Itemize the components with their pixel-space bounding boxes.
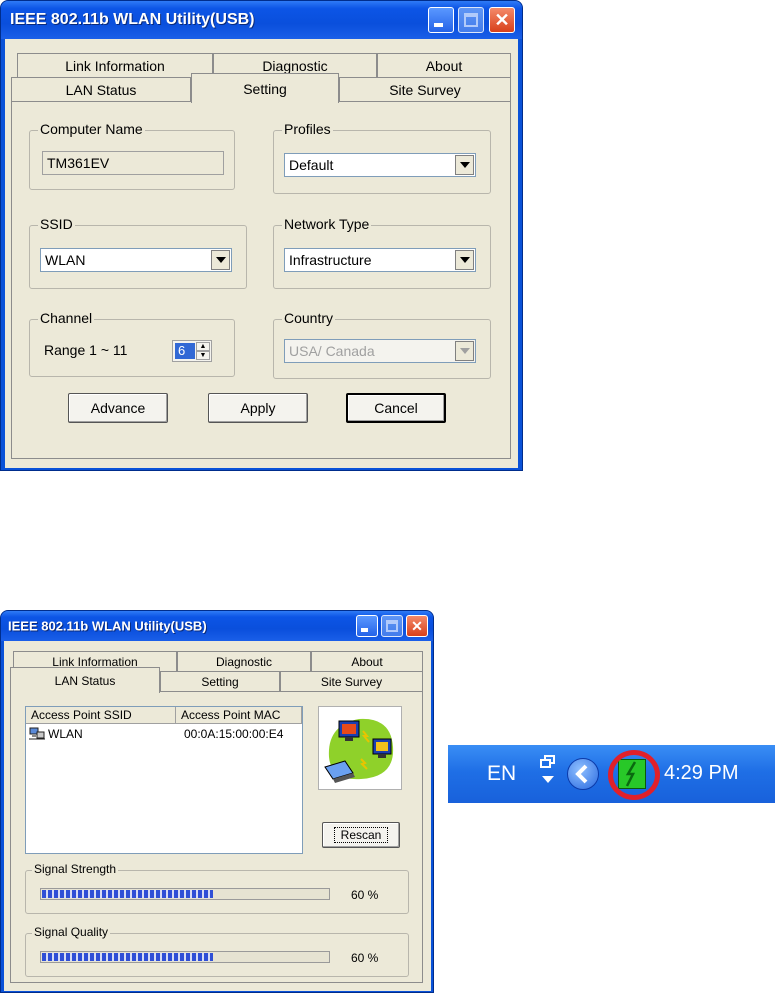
computer-name-field: TM361EV — [42, 151, 224, 175]
lan-status-panel: Access Point SSID Access Point MAC WLAN … — [10, 691, 423, 983]
minimize-button[interactable] — [428, 7, 454, 33]
tab-setting[interactable]: Setting — [191, 73, 339, 103]
maximize-icon — [464, 13, 478, 27]
tab-site-survey[interactable]: Site Survey — [339, 77, 511, 101]
computer-name-label: Computer Name — [38, 121, 145, 137]
signal-strength-value: 60 % — [351, 888, 379, 902]
channel-range-label: Range 1 ~ 11 — [44, 342, 128, 358]
chevron-down-icon[interactable] — [455, 250, 474, 270]
language-indicator[interactable]: EN — [487, 762, 516, 786]
country-group: Country USA/ Canada — [273, 310, 491, 379]
minimize-icon — [434, 22, 443, 27]
window-title: IEEE 802.11b WLAN Utility(USB) — [10, 11, 255, 28]
channel-spinner[interactable]: 6 ▲ ▼ — [172, 340, 212, 362]
advance-button[interactable]: Advance — [68, 393, 168, 423]
tab-about[interactable]: About — [377, 53, 511, 77]
tray-highlight-circle — [608, 750, 660, 800]
profiles-label: Profiles — [282, 121, 333, 137]
access-point-mac: 00:0A:15:00:00:E4 — [184, 727, 284, 741]
window-title: IEEE 802.11b WLAN Utility(USB) — [8, 618, 207, 634]
maximize-icon — [386, 620, 398, 632]
tab-site-survey[interactable]: Site Survey — [280, 671, 423, 691]
tab-lan-status[interactable]: LAN Status — [10, 667, 160, 693]
network-type-select[interactable]: Infrastructure — [284, 248, 476, 272]
lan-status-window: IEEE 802.11b WLAN Utility(USB) ✕ Link In… — [0, 610, 434, 993]
signal-quality-bar — [40, 951, 330, 963]
spin-down-icon[interactable]: ▼ — [196, 351, 210, 360]
minimize-icon — [361, 628, 369, 632]
settings-window: IEEE 802.11b WLAN Utility(USB) ✕ Link In… — [0, 0, 523, 471]
country-select: USA/ Canada — [284, 339, 476, 363]
access-point-ssid: WLAN — [48, 727, 83, 741]
channel-label: Channel — [38, 310, 95, 326]
chevron-left-icon[interactable] — [567, 758, 599, 790]
column-header-ssid[interactable]: Access Point SSID — [26, 707, 176, 724]
restore-windows-icon[interactable] — [539, 754, 557, 790]
minimize-button[interactable] — [356, 615, 378, 637]
apply-button[interactable]: Apply — [208, 393, 308, 423]
ssid-group: SSID WLAN — [29, 216, 247, 289]
close-button[interactable]: ✕ — [489, 7, 515, 33]
tab-about[interactable]: About — [311, 651, 423, 671]
chevron-down-icon[interactable] — [455, 155, 474, 175]
taskbar-notification-area: EN 4:29 PM — [448, 745, 775, 803]
tab-lan-status[interactable]: LAN Status — [11, 77, 191, 101]
signal-quality-value: 60 % — [351, 951, 379, 965]
spin-up-icon[interactable]: ▲ — [196, 342, 210, 351]
list-item[interactable]: WLAN 00:0A:15:00:00:E4 — [26, 726, 302, 742]
dialog-body: Link Information Diagnostic About LAN St… — [4, 641, 431, 991]
chevron-down-icon — [455, 341, 474, 361]
country-label: Country — [282, 310, 336, 326]
clock[interactable]: 4:29 PM — [664, 762, 738, 785]
maximize-button[interactable] — [381, 615, 403, 637]
computer-network-icon — [29, 727, 45, 740]
signal-quality-label: Signal Quality — [32, 925, 111, 939]
network-type-label: Network Type — [282, 216, 372, 232]
tab-link-information[interactable]: Link Information — [17, 53, 213, 77]
dialog-body: Link Information Diagnostic About LAN St… — [5, 39, 518, 468]
access-point-list[interactable]: Access Point SSID Access Point MAC WLAN … — [25, 706, 303, 854]
channel-group: Channel Range 1 ~ 11 6 ▲ ▼ — [29, 310, 235, 377]
close-icon: ✕ — [494, 10, 510, 30]
setting-panel: Computer Name TM361EV Profiles Default S… — [11, 101, 511, 459]
title-bar[interactable]: IEEE 802.11b WLAN Utility(USB) ✕ — [1, 611, 433, 641]
signal-strength-bar — [40, 888, 330, 900]
ssid-select[interactable]: WLAN — [40, 248, 232, 272]
title-bar[interactable]: IEEE 802.11b WLAN Utility(USB) ✕ — [1, 1, 522, 39]
signal-strength-label: Signal Strength — [32, 862, 119, 876]
maximize-button[interactable] — [458, 7, 484, 33]
tab-setting[interactable]: Setting — [160, 671, 280, 691]
cancel-button[interactable]: Cancel — [346, 393, 446, 423]
close-button[interactable]: ✕ — [406, 615, 428, 637]
chevron-down-icon[interactable] — [211, 250, 230, 270]
signal-quality-group: Signal Quality 60 % — [25, 925, 409, 977]
network-type-group: Network Type Infrastructure — [273, 216, 491, 289]
ssid-label: SSID — [38, 216, 75, 232]
profiles-group: Profiles Default — [273, 121, 491, 194]
column-header-mac[interactable]: Access Point MAC — [176, 707, 302, 724]
rescan-button[interactable]: Rescan — [322, 822, 400, 848]
network-computers-icon — [318, 706, 402, 790]
computer-name-group: Computer Name TM361EV — [29, 121, 235, 190]
close-icon: ✕ — [411, 618, 423, 634]
signal-strength-group: Signal Strength 60 % — [25, 862, 409, 914]
profiles-select[interactable]: Default — [284, 153, 476, 177]
tab-diagnostic[interactable]: Diagnostic — [177, 651, 311, 671]
